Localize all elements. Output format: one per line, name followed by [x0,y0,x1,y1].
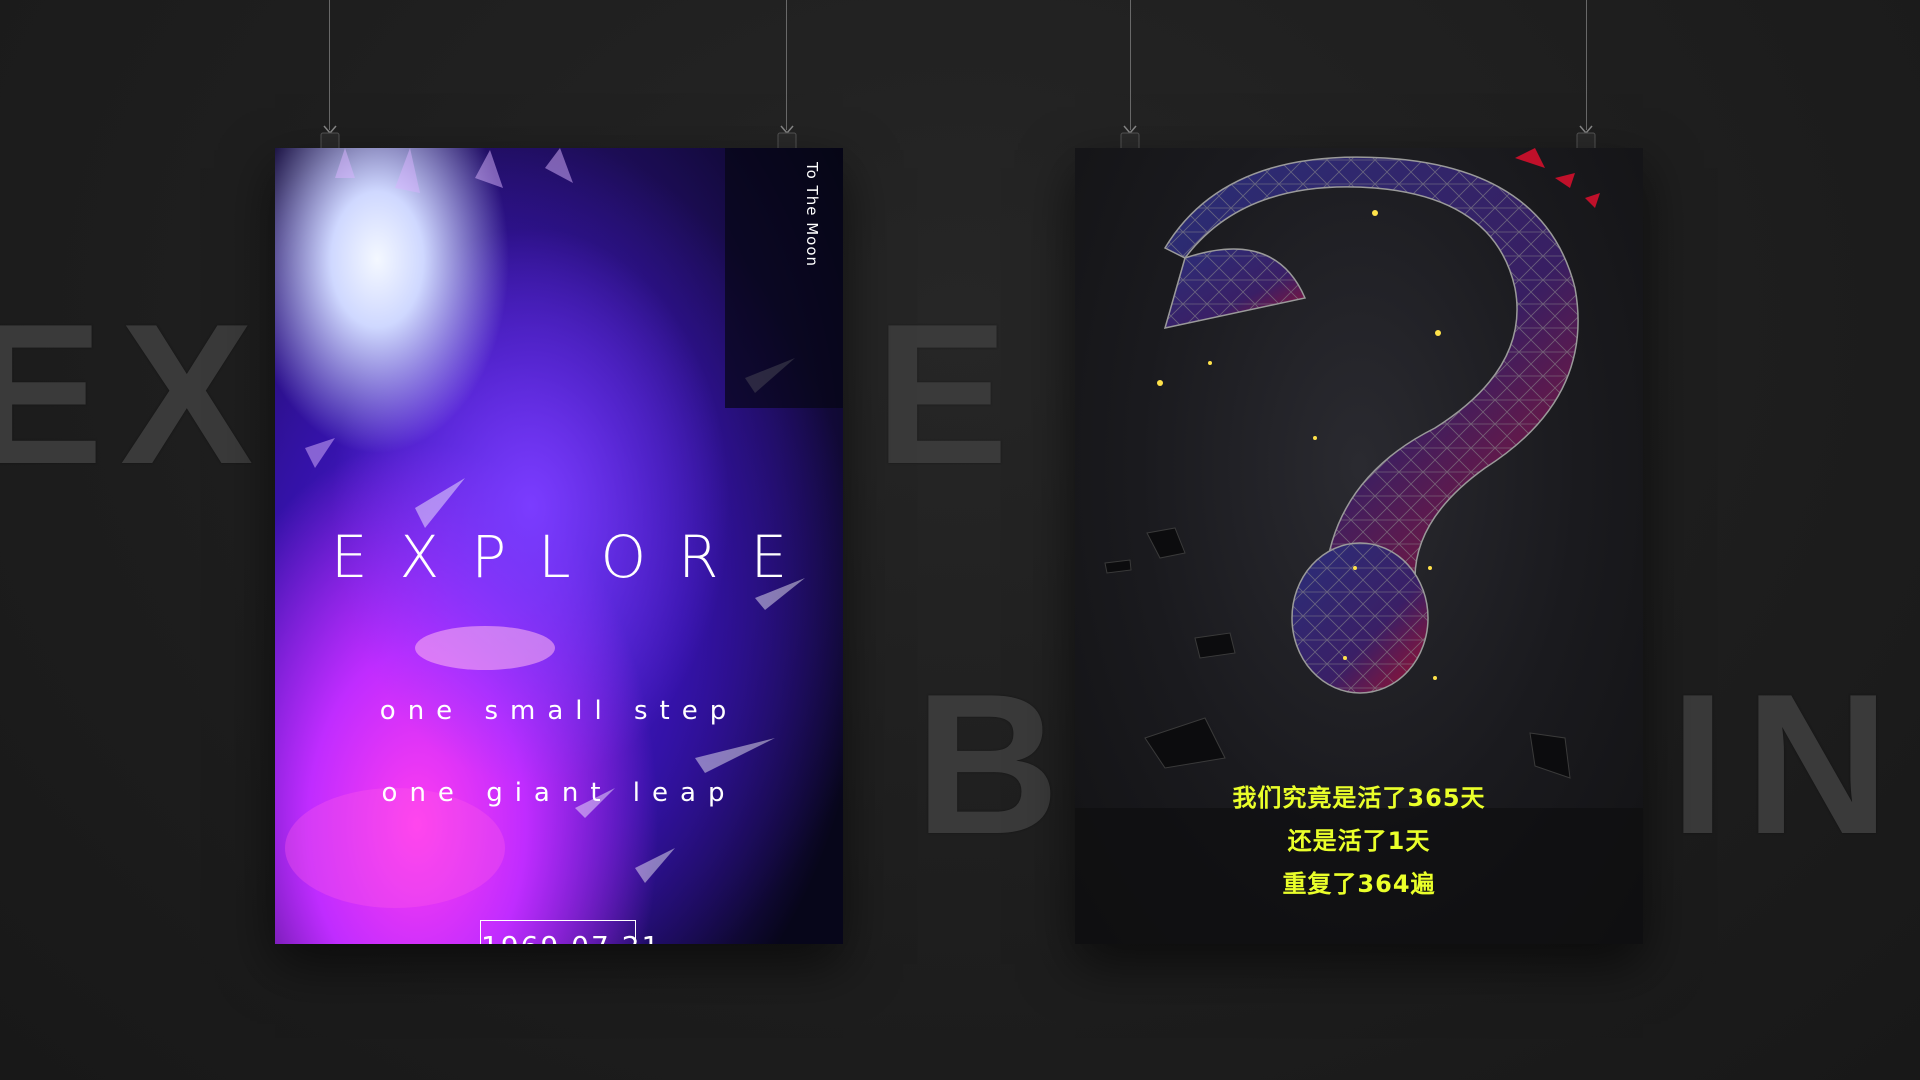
background-letter-e: E [0,283,104,506]
poster-explore: To The Moon EXPLORE one small step one g… [275,148,843,944]
tagline-2: one giant leap [381,778,737,808]
question-text-2: 还是活了1天 [1287,827,1431,855]
background-letter-b: B [915,653,1060,876]
background-letter-n: N [1745,653,1890,876]
hanging-string [1130,0,1131,130]
background-letter-i: I [1670,653,1726,876]
vertical-label: To The Moon [803,162,821,268]
background-letter-e-2: E [875,283,1009,506]
question-text-3: 重复了364遍 [1282,870,1436,898]
hanging-string [1586,0,1587,130]
poster-title: EXPLORE [330,523,820,591]
tagline-1: one small step [379,696,739,726]
question-text-1: 我们究竟是活了365天 [1232,784,1486,812]
hanging-string [329,0,330,130]
hanging-string [786,0,787,130]
poster-question: 我们究竟是活了365天 还是活了1天 重复了364遍 [1075,148,1643,944]
date-box: 1969.07.21 [480,920,659,944]
background-letter-x: X [120,283,254,506]
